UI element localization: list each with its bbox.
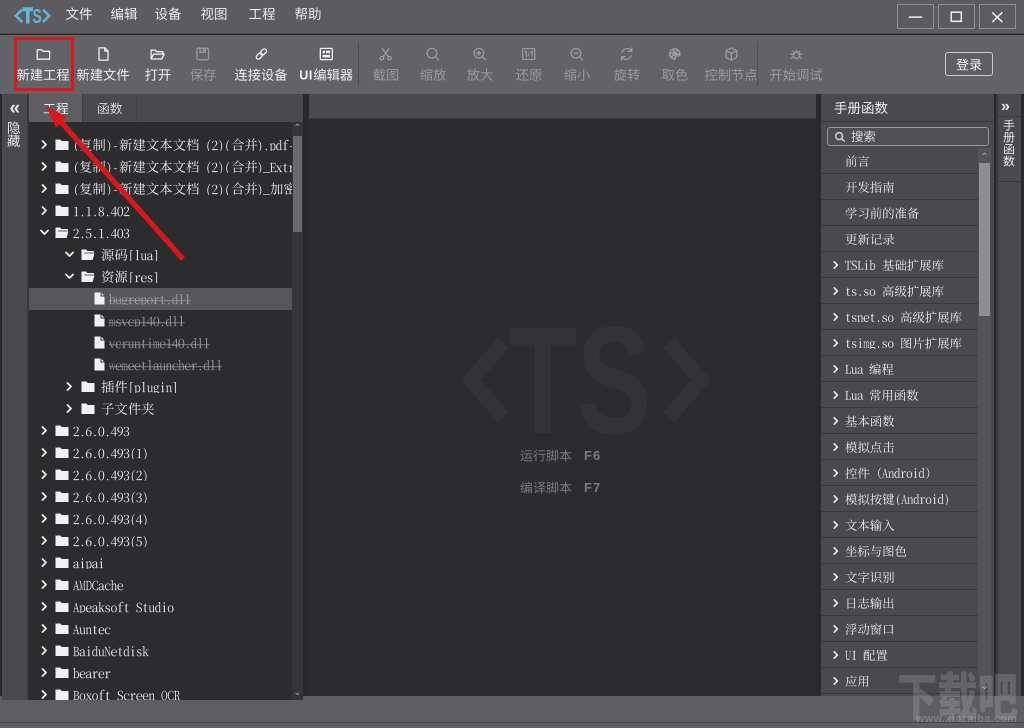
svg-text:S: S [33,5,42,28]
svg-text:TS: TS [509,322,652,435]
